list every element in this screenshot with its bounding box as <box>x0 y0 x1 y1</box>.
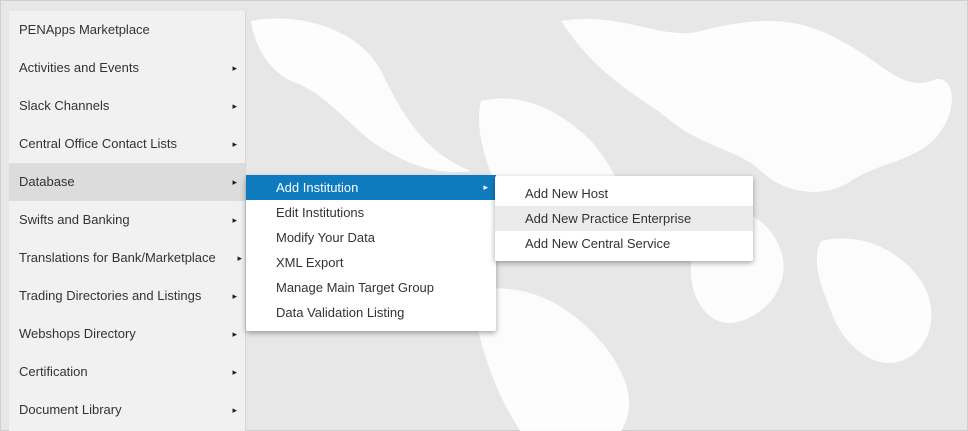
menu-item-label: Database <box>19 174 75 189</box>
submenu-item-label: Data Validation Listing <box>276 305 405 320</box>
submenu-item-label: Modify Your Data <box>276 230 376 245</box>
menu-item-webshops-directory[interactable]: Webshops Directory ▸ <box>9 315 245 353</box>
menu-item-label: PENApps Marketplace <box>19 22 150 37</box>
add-institution-submenu: Add New Host Add New Practice Enterprise… <box>495 176 753 261</box>
menu-item-translations[interactable]: Translations for Bank/Marketplace ▸ <box>9 239 245 277</box>
submenu-item-data-validation-listing[interactable]: Data Validation Listing <box>246 300 496 325</box>
menu-item-swifts-and-banking[interactable]: Swifts and Banking ▸ <box>9 201 245 239</box>
chevron-right-icon: ▸ <box>483 182 488 192</box>
menu-item-penapps-marketplace[interactable]: PENApps Marketplace <box>9 11 245 49</box>
menu-item-database[interactable]: Database ▸ <box>9 163 245 201</box>
menu-item-label: Document Library <box>19 402 122 417</box>
menu-item-activities-and-events[interactable]: Activities and Events ▸ <box>9 49 245 87</box>
menu-item-label: Webshops Directory <box>19 326 136 341</box>
chevron-right-icon: ▸ <box>232 177 237 187</box>
chevron-right-icon: ▸ <box>232 215 237 225</box>
chevron-right-icon: ▸ <box>232 291 237 301</box>
chevron-right-icon: ▸ <box>232 101 237 111</box>
menu-item-certification[interactable]: Certification ▸ <box>9 353 245 391</box>
menu-item-label: Slack Channels <box>19 98 110 113</box>
submenu-item-add-new-central-service[interactable]: Add New Central Service <box>495 231 753 256</box>
submenu-item-label: Edit Institutions <box>276 205 365 220</box>
menu-item-label: Swifts and Banking <box>19 212 130 227</box>
submenu-item-label: Add Institution <box>276 180 359 195</box>
chevron-right-icon: ▸ <box>232 63 237 73</box>
main-nav-menu: PENApps Marketplace Activities and Event… <box>9 11 246 431</box>
chevron-right-icon: ▸ <box>232 405 237 415</box>
submenu-item-manage-main-target-group[interactable]: Manage Main Target Group <box>246 275 496 300</box>
chevron-right-icon: ▸ <box>237 253 242 263</box>
submenu-item-label: Add New Host <box>525 186 609 201</box>
menu-item-label: Central Office Contact Lists <box>19 136 177 151</box>
menu-item-label: Translations for Bank/Marketplace <box>19 250 216 265</box>
submenu-item-edit-institutions[interactable]: Edit Institutions <box>246 200 496 225</box>
submenu-item-label: Add New Central Service <box>525 236 671 251</box>
submenu-item-add-new-host[interactable]: Add New Host <box>495 181 753 206</box>
menu-item-central-office-contact-lists[interactable]: Central Office Contact Lists ▸ <box>9 125 245 163</box>
submenu-item-add-institution[interactable]: Add Institution ▸ <box>246 175 496 200</box>
submenu-item-xml-export[interactable]: XML Export <box>246 250 496 275</box>
submenu-item-add-new-practice-enterprise[interactable]: Add New Practice Enterprise <box>495 206 753 231</box>
menu-item-slack-channels[interactable]: Slack Channels ▸ <box>9 87 245 125</box>
chevron-right-icon: ▸ <box>232 367 237 377</box>
menu-item-label: Activities and Events <box>19 60 139 75</box>
submenu-item-modify-your-data[interactable]: Modify Your Data <box>246 225 496 250</box>
chevron-right-icon: ▸ <box>232 139 237 149</box>
submenu-item-label: Add New Practice Enterprise <box>525 211 692 226</box>
database-submenu: Add Institution ▸ Edit Institutions Modi… <box>246 175 496 331</box>
submenu-item-label: Manage Main Target Group <box>276 280 435 295</box>
menu-item-trading-directories[interactable]: Trading Directories and Listings ▸ <box>9 277 245 315</box>
menu-item-label: Certification <box>19 364 88 379</box>
submenu-item-label: XML Export <box>276 255 344 270</box>
menu-item-label: Trading Directories and Listings <box>19 288 202 303</box>
chevron-right-icon: ▸ <box>232 329 237 339</box>
menu-item-document-library[interactable]: Document Library ▸ <box>9 391 245 429</box>
